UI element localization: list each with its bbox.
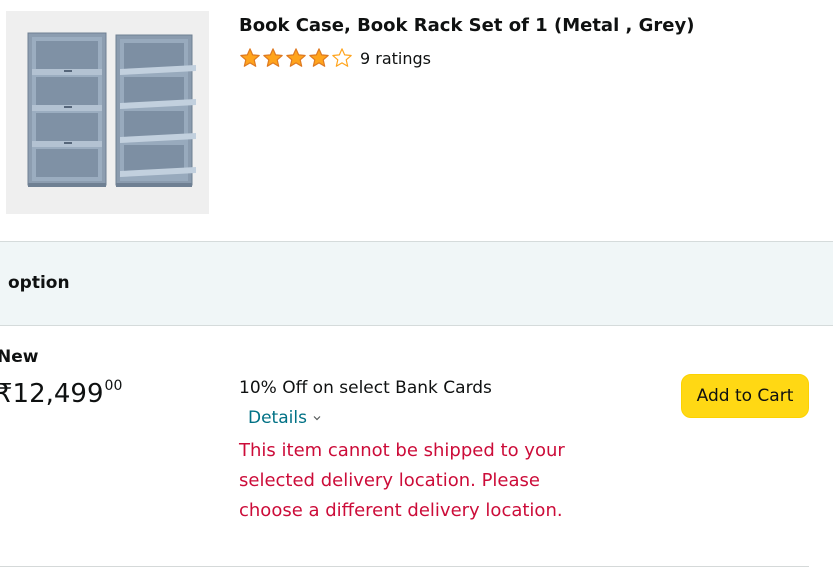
- product-title[interactable]: Book Case, Book Rack Set of 1 (Metal , G…: [239, 15, 694, 36]
- star-filled-icon: [263, 48, 283, 67]
- rating-count[interactable]: 9 ratings: [360, 49, 431, 68]
- star-filled-icon: [286, 48, 306, 67]
- divider: [0, 566, 809, 567]
- add-to-cart-button[interactable]: Add to Cart: [681, 374, 809, 418]
- section-label: option: [8, 273, 70, 293]
- details-link[interactable]: Details: [248, 408, 322, 428]
- product-image[interactable]: [6, 11, 209, 214]
- purchase-options-header: option: [0, 241, 833, 326]
- star-filled-icon: [240, 48, 260, 67]
- delivery-warning: This item cannot be shipped to your sele…: [239, 440, 565, 521]
- star-filled-icon: [309, 48, 329, 67]
- bank-offer-text: 10% Off on select Bank Cards: [239, 378, 492, 398]
- price-whole: ₹12,499: [0, 379, 104, 409]
- product-offer-page: Book Case, Book Rack Set of 1 (Metal , G…: [0, 0, 833, 578]
- details-label: Details: [248, 408, 307, 428]
- offer-price: ₹12,49900: [0, 378, 122, 409]
- offer-condition: New: [0, 347, 39, 367]
- chevron-down-icon: [313, 416, 321, 421]
- metal-bookcase-image: [6, 11, 209, 214]
- price-fraction: 00: [104, 378, 123, 394]
- star-empty-icon: [332, 48, 352, 67]
- star-rating[interactable]: [239, 47, 354, 69]
- rating-row[interactable]: 9 ratings: [239, 45, 431, 71]
- bookcase-front-view: [27, 32, 107, 187]
- bookcase-side-view: [115, 34, 196, 187]
